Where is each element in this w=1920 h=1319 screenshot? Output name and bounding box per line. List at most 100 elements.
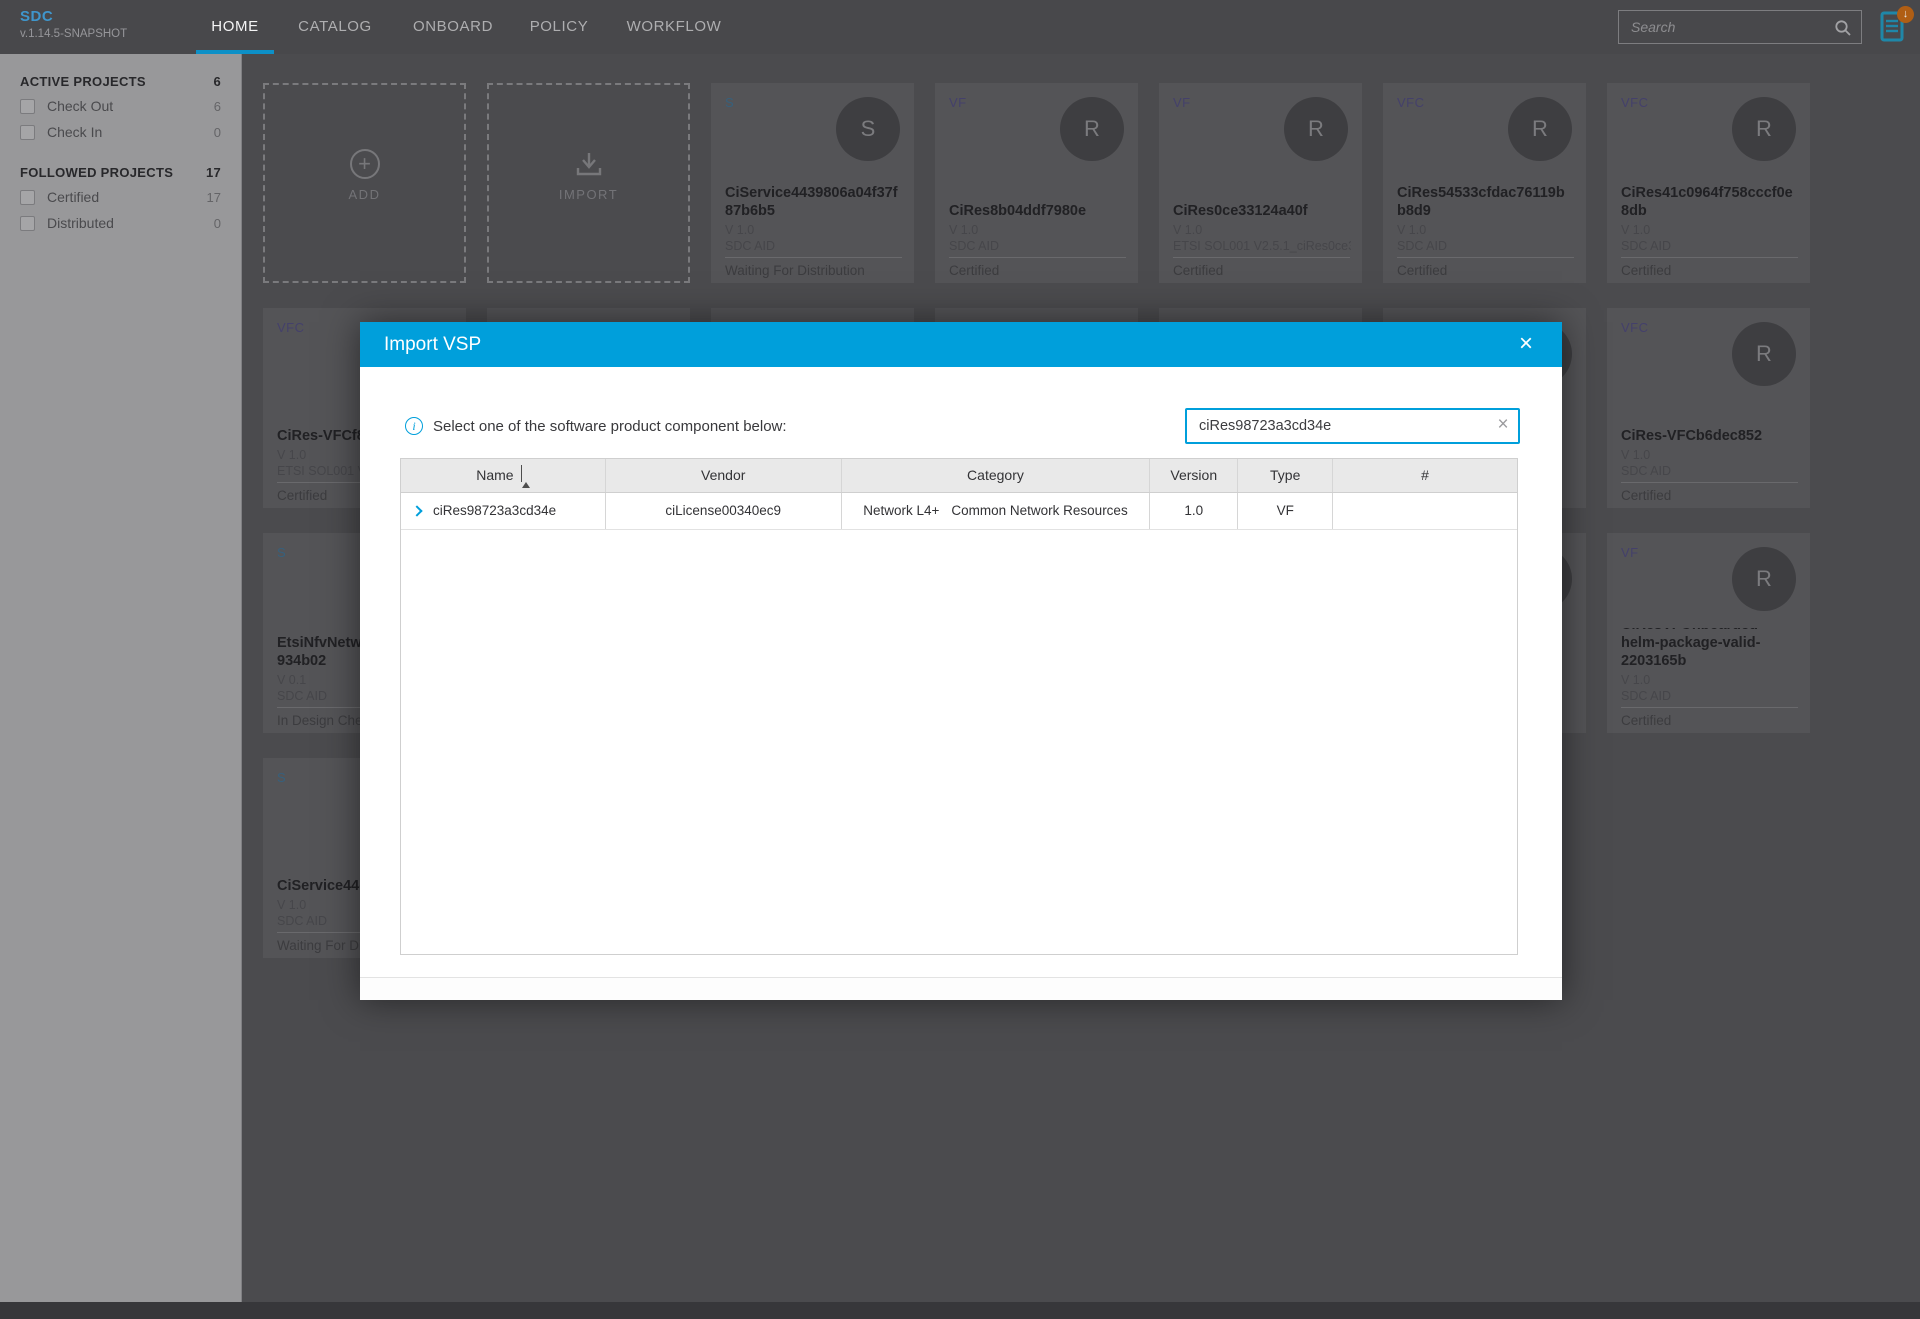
avatar: S xyxy=(836,97,900,161)
card-divider xyxy=(1621,707,1798,708)
certified-checkbox[interactable] xyxy=(20,189,35,205)
card-category: SDC AID xyxy=(949,239,1000,253)
card-type-badge: VF xyxy=(949,95,967,110)
card-version: V 1.0 xyxy=(1621,223,1651,237)
followed-projects-section: FOLLOWED PROJECTS 17 Certified 17 Distri… xyxy=(0,159,241,236)
add-plus-icon: + xyxy=(349,149,380,179)
search-icon xyxy=(1835,20,1851,36)
info-icon: i xyxy=(405,417,423,435)
certified-count: 17 xyxy=(206,189,221,205)
column-header-category[interactable]: Category xyxy=(842,459,1151,492)
check-out-label: Check Out xyxy=(47,98,114,114)
add-label: ADD xyxy=(348,187,381,202)
modal-footer xyxy=(360,977,1562,1000)
avatar: R xyxy=(1732,322,1796,386)
check-out-count: 6 xyxy=(213,98,221,114)
avatar: R xyxy=(1732,547,1796,611)
card-category: ETSI SOL001 V2.5.1_ciRes0ce3... xyxy=(1173,239,1351,253)
card-type-badge: VFC xyxy=(1621,95,1649,110)
card-category: SDC AID xyxy=(1397,239,1448,253)
card-type-badge: S xyxy=(725,95,735,110)
vsp-row-type: VF xyxy=(1238,493,1334,529)
modal-info-row: i Select one of the software product com… xyxy=(405,408,787,444)
avatar: R xyxy=(1508,97,1572,161)
card-cires-vfcb6dec852[interactable]: VFC R CiRes-VFCb6dec852 V 1.0 SDC AID Ce… xyxy=(1607,308,1810,508)
card-category: SDC AID xyxy=(1621,239,1672,253)
check-in-checkbox[interactable] xyxy=(20,124,35,140)
card-cires0ce33124[interactable]: VF R CiRes0ce33124a40f V 1.0 ETSI SOL001… xyxy=(1159,83,1362,283)
filter-check-in[interactable]: Check In 0 xyxy=(0,119,241,145)
card-status: Certified xyxy=(1621,713,1672,728)
vsp-row-vendor: ciLicense00340ec9 xyxy=(606,493,842,529)
card-version: V 1.0 xyxy=(1621,673,1651,687)
active-projects-count: 6 xyxy=(213,74,221,89)
followed-projects-count: 17 xyxy=(205,165,221,180)
card-type-badge: VF xyxy=(1621,545,1639,560)
distributed-label: Distributed xyxy=(47,215,114,231)
tab-onboard[interactable]: ONBOARD xyxy=(410,0,496,54)
distributed-checkbox[interactable] xyxy=(20,215,35,231)
filter-certified[interactable]: Certified 17 xyxy=(0,184,241,210)
import-card-button[interactable]: IMPORT xyxy=(487,83,690,283)
card-version: V 1.0 xyxy=(277,898,307,912)
card-type-badge: VFC xyxy=(277,320,305,335)
card-status: Certified xyxy=(1397,263,1448,278)
vsp-row-name[interactable]: ciRes98723a3cd34e xyxy=(401,493,606,529)
close-icon[interactable]: × xyxy=(1508,322,1544,367)
vsp-row-category: Network L4+ Common Network Resources xyxy=(842,493,1151,529)
app-logo[interactable]: SDC v.1.14.5-SNAPSHOT xyxy=(20,8,127,40)
sort-asc-icon xyxy=(520,459,530,491)
column-header-count[interactable]: # xyxy=(1333,459,1517,492)
card-ciservice4439806a[interactable]: S S CiService4439806a04f37f87b6b5 V 1.0 … xyxy=(711,83,914,283)
filter-check-out[interactable]: Check Out 6 xyxy=(0,93,241,119)
card-status: Waiting For Dist xyxy=(277,938,373,953)
vsp-search-input[interactable] xyxy=(1185,408,1520,444)
card-version: V 1.0 xyxy=(1173,223,1203,237)
clear-search-icon[interactable]: × xyxy=(1488,408,1518,444)
card-type-badge: S xyxy=(277,545,287,560)
card-ciresvfonboarded-helm[interactable]: VF R CiResVFOnboarded-helm-package-valid… xyxy=(1607,533,1810,733)
distributed-count: 0 xyxy=(213,215,221,231)
tab-policy[interactable]: POLICY xyxy=(520,0,598,54)
card-cires54533[interactable]: VFC R CiRes54533cfdac76119bb8d9 V 1.0 SD… xyxy=(1383,83,1586,283)
column-header-vendor[interactable]: Vendor xyxy=(606,459,842,492)
vsp-table-row[interactable]: ciRes98723a3cd34e ciLicense00340ec9 Netw… xyxy=(401,493,1517,530)
import-label: IMPORT xyxy=(558,187,619,202)
tab-catalog[interactable]: CATALOG xyxy=(294,0,376,54)
card-type-badge: S xyxy=(277,770,287,785)
add-card-button[interactable]: + ADD xyxy=(263,83,466,283)
card-name: CiRes0ce33124a40f xyxy=(1173,202,1308,219)
card-divider xyxy=(949,257,1126,258)
tab-home[interactable]: HOME xyxy=(196,0,274,54)
card-category: SDC AID xyxy=(1621,464,1672,478)
distribution-report-icon[interactable]: ↓ xyxy=(1880,6,1914,44)
check-in-label: Check In xyxy=(47,124,103,140)
card-type-badge: VF xyxy=(1173,95,1191,110)
column-header-version[interactable]: Version xyxy=(1150,459,1239,492)
card-version: V 1.0 xyxy=(1621,448,1651,462)
card-name: CiRes8b04ddf7980e xyxy=(949,202,1087,219)
filter-distributed[interactable]: Distributed 0 xyxy=(0,210,241,236)
header-search-input[interactable] xyxy=(1619,11,1861,43)
card-divider xyxy=(1621,257,1798,258)
page-bottom-strip xyxy=(0,1302,1920,1319)
check-out-checkbox[interactable] xyxy=(20,98,35,114)
card-status: Certified xyxy=(277,488,328,503)
card-status: Certified xyxy=(949,263,1000,278)
app-logo-text: SDC xyxy=(20,8,54,25)
card-cires41c0964[interactable]: VFC R CiRes41c0964f758cccf0e8db V 1.0 SD… xyxy=(1607,83,1810,283)
card-cires8b04ddf[interactable]: VF R CiRes8b04ddf7980e V 1.0 SDC AID Cer… xyxy=(935,83,1138,283)
tab-workflow[interactable]: WORKFLOW xyxy=(622,0,726,54)
column-header-type[interactable]: Type xyxy=(1238,459,1334,492)
modal-header: Import VSP × xyxy=(360,322,1562,367)
expand-chevron-icon[interactable] xyxy=(411,505,423,517)
card-status: Certified xyxy=(1173,263,1224,278)
followed-projects-title: FOLLOWED PROJECTS xyxy=(20,165,174,180)
column-header-name[interactable]: Name xyxy=(401,459,606,492)
vsp-row-count xyxy=(1333,493,1517,529)
vsp-table: Name Vendor Category Version Type # ciRe… xyxy=(400,458,1518,955)
card-version: V 0.1 xyxy=(277,673,307,687)
card-divider xyxy=(1397,257,1574,258)
card-version: V 1.0 xyxy=(725,223,755,237)
avatar: R xyxy=(1060,97,1124,161)
